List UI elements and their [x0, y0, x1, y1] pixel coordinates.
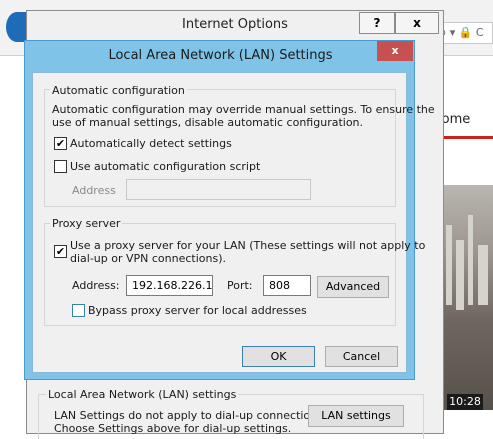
- script-address-label: Address: [72, 184, 116, 197]
- lan-settings-button[interactable]: LAN settings: [308, 405, 404, 427]
- lan-dialog-title: Local Area Network (LAN) Settings: [108, 48, 333, 63]
- close-button[interactable]: x: [395, 12, 439, 34]
- advanced-button[interactable]: Advanced: [317, 276, 389, 298]
- lan-settings-group-label: Local Area Network (LAN) settings: [46, 388, 239, 401]
- config-script-label[interactable]: Use automatic configuration script: [70, 160, 260, 173]
- lan-close-button[interactable]: x: [377, 41, 413, 61]
- auto-detect-checkbox[interactable]: ✔: [54, 137, 67, 150]
- video-duration: 10:28: [447, 394, 483, 410]
- proxy-address-input[interactable]: 192.168.226.13: [126, 275, 213, 296]
- city-photo[interactable]: [440, 185, 493, 410]
- auto-detect-label[interactable]: Automatically detect settings: [70, 137, 232, 150]
- config-script-checkbox[interactable]: [54, 160, 67, 173]
- nav-underline: [437, 136, 493, 139]
- help-button[interactable]: ?: [359, 12, 395, 34]
- lan-settings-dialog: Local Area Network (LAN) Settings x Auto…: [24, 40, 435, 380]
- ok-button[interactable]: OK: [242, 346, 315, 367]
- auto-config-description-1: Automatic configuration may override man…: [52, 103, 435, 116]
- proxy-server-legend: Proxy server: [50, 217, 123, 230]
- proxy-address-label: Address:: [72, 279, 120, 292]
- bypass-local-checkbox[interactable]: [72, 304, 85, 317]
- proxy-port-input[interactable]: 808: [263, 275, 311, 296]
- internet-options-titlebar: Internet Options ? x: [27, 11, 443, 39]
- bypass-local-label[interactable]: Bypass proxy server for local addresses: [88, 304, 307, 317]
- cancel-button[interactable]: Cancel: [325, 346, 398, 367]
- lan-settings-description-1: LAN Settings do not apply to dial-up con…: [54, 409, 327, 422]
- proxy-port-label: Port:: [227, 279, 253, 292]
- auto-config-legend: Automatic configuration: [50, 84, 187, 97]
- use-proxy-label-2[interactable]: dial-up or VPN connections).: [70, 252, 226, 265]
- lan-dialog-client: Automatic configuration Automatic config…: [32, 72, 435, 373]
- use-proxy-label-1[interactable]: Use a proxy server for your LAN (These s…: [70, 239, 425, 252]
- lan-settings-description-2: Choose Settings above for dial-up settin…: [54, 422, 292, 435]
- script-address-input[interactable]: [126, 179, 311, 200]
- auto-config-description-2: use of manual settings, disable automati…: [52, 116, 364, 129]
- use-proxy-checkbox[interactable]: ✔: [54, 245, 67, 258]
- browser-logo-icon: [6, 12, 28, 42]
